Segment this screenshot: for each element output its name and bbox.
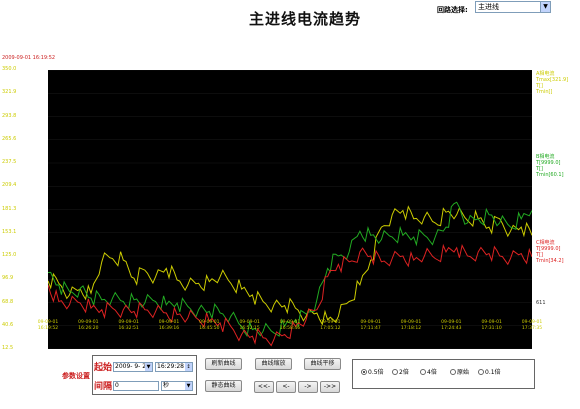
legend-group-c: C相电流 T[9999.0] T[] Tmin[34.2]: [536, 240, 564, 264]
circuit-select-value: 主进线: [478, 3, 499, 11]
x-tick-label: 09-09-01 17:05:12: [320, 320, 341, 331]
x-tick-label: 09-09-01 16:19:52: [37, 320, 59, 331]
x-tick-label: 09-09-01 16:32:51: [118, 320, 139, 331]
radio-icon[interactable]: [450, 369, 456, 375]
y-tick-label: 265.6: [2, 135, 17, 142]
x-tick-label: 09-09-01 16:58:46: [279, 320, 301, 331]
nav-last-button[interactable]: ->>: [320, 381, 340, 393]
chevron-down-icon[interactable]: ▼: [145, 363, 152, 371]
start-date-picker[interactable]: 2009- 9- 2 ▼: [113, 362, 153, 372]
zoom-radio-4[interactable]: 0.1倍: [478, 369, 501, 377]
interval-value: 0: [115, 382, 119, 389]
cursor-value: 611: [536, 300, 546, 306]
legend-a-line3: Tmin[]: [536, 89, 553, 95]
chart-container: 2009-09-01 16:19:52 350.0 321.9 293.8 265.6…: [0, 30, 580, 351]
pan-curve-button[interactable]: 曲线平移: [304, 358, 341, 370]
start-time-value: 16:29:28: [157, 363, 184, 370]
x-tick-label: 09-09-01 17:24:43: [441, 320, 462, 331]
start-time-stepper[interactable]: 16:29:28 ↕: [155, 362, 193, 372]
nav-next-button[interactable]: ->: [298, 381, 318, 393]
circuit-select[interactable]: 主进线 ▼: [475, 1, 551, 13]
y-tick-label: 293.8: [2, 112, 17, 119]
nav-first-button[interactable]: <<-: [254, 381, 274, 393]
interval-label: 间隔: [94, 382, 113, 392]
x-tick-label: 09-09-01 16:26:20: [78, 320, 99, 331]
y-tick-label: 321.9: [2, 89, 17, 96]
circuit-label: 回路选择:: [437, 6, 468, 14]
trend-chart: [47, 69, 533, 350]
legend-group-b: B相电流 T[9999.0] T[] Tmin[60.1]: [536, 154, 564, 178]
zoom-radio-0[interactable]: 0.5倍: [361, 369, 384, 377]
series-line-0: [47, 205, 533, 326]
x-tick-label: 09-09-01 17:31:10: [481, 320, 502, 331]
y-tick-label: 350.0: [2, 66, 17, 72]
zoom-radio-1[interactable]: 2倍: [392, 369, 409, 377]
static-curve-button[interactable]: 静态曲线: [205, 380, 242, 392]
y-tick-label: 153.1: [2, 228, 17, 235]
radio-selected-icon[interactable]: [361, 369, 367, 375]
chevron-down-icon[interactable]: ▼: [185, 382, 192, 390]
legend-group-a: A相电流 Tmax[321.9] T[] Tmin[]: [536, 71, 568, 95]
interval-input[interactable]: 0: [113, 381, 159, 391]
legend-b-line3: Tmin[60.1]: [536, 172, 564, 178]
x-tick-label: 09-09-01 16:52:15: [239, 320, 260, 331]
page-title: 主进线电流趋势: [248, 10, 361, 28]
y-tick-label: 125.0: [2, 252, 17, 258]
spin-icon[interactable]: ↕: [185, 363, 192, 371]
interval-unit-select[interactable]: 秒 ▼: [161, 381, 193, 391]
y-tick-label: 96.9: [2, 275, 14, 282]
radio-icon[interactable]: [420, 369, 426, 375]
radio-icon[interactable]: [392, 369, 398, 375]
x-tick-label: 09-09-01 17:37:35: [521, 320, 543, 331]
nav-prev-button[interactable]: <-: [276, 381, 296, 393]
start-label: 起始: [94, 363, 113, 373]
legend-c-line3: Tmin[34.2]: [536, 258, 564, 264]
chevron-down-icon[interactable]: ▼: [540, 2, 550, 12]
interval-unit-value: 秒: [163, 382, 170, 389]
y-tick-label: 12.5: [2, 345, 14, 351]
radio-icon[interactable]: [478, 369, 484, 375]
param-settings-label: 参数设置: [62, 372, 90, 380]
chart-timestamp: 2009-09-01 16:19:52: [2, 55, 56, 61]
x-tick-label: 09-09-01 17:18:12: [400, 320, 422, 331]
x-tick-label: 09-09-01 16:39:16: [158, 320, 180, 331]
start-date-value: 2009- 9- 2: [115, 363, 147, 370]
y-tick-label: 68.8: [2, 298, 14, 305]
y-tick-label: 237.5: [2, 159, 17, 165]
zoom-radio-2[interactable]: 4倍: [420, 369, 437, 377]
zoom-curve-button[interactable]: 曲线缩放: [255, 358, 292, 370]
x-tick-label: 09-09-01 17:11:47: [360, 320, 381, 331]
y-tick-label: 209.4: [2, 182, 17, 189]
plot-area[interactable]: [47, 69, 533, 350]
y-tick-label: 181.3: [2, 205, 17, 212]
zoom-radio-3[interactable]: 原始: [450, 369, 469, 377]
refresh-curve-button[interactable]: 刷新曲线: [205, 358, 242, 370]
x-tick-label: 09-09-01 16:45:50: [199, 320, 220, 331]
